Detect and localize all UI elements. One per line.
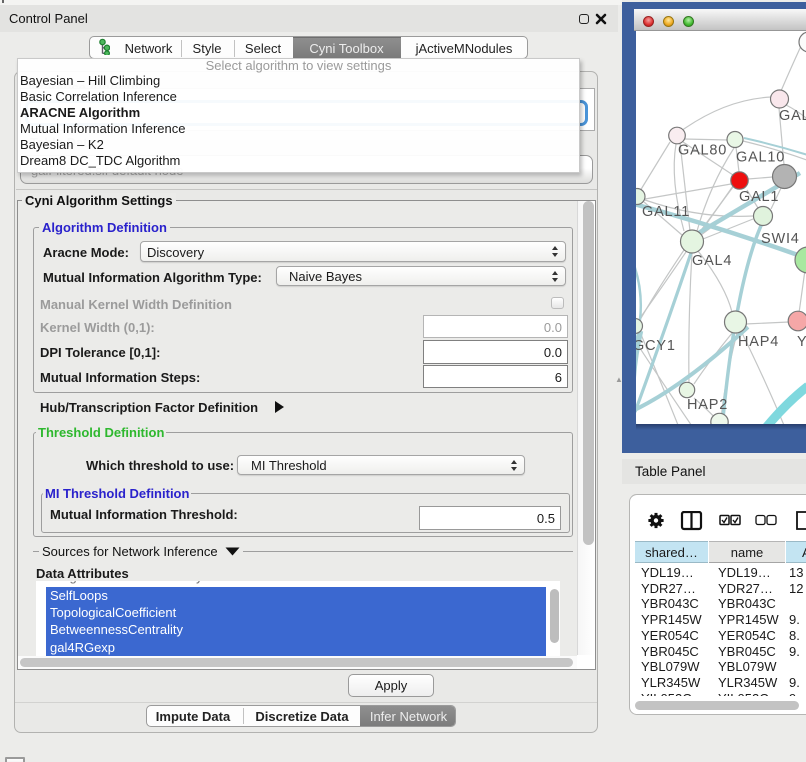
svg-text:HAP2: HAP2: [687, 397, 728, 413]
svg-text:GAL2: GAL2: [779, 108, 806, 124]
svg-text:GAL4: GAL4: [692, 253, 732, 269]
svg-text:YJL: YJL: [797, 334, 806, 350]
svg-text:SWI4: SWI4: [761, 231, 800, 247]
svg-text:GAL10: GAL10: [736, 150, 785, 166]
svg-text:HAP4: HAP4: [738, 334, 779, 350]
svg-text:GAL11: GAL11: [642, 204, 690, 220]
svg-text:GAL80: GAL80: [678, 143, 727, 159]
svg-text:GCY1: GCY1: [636, 338, 676, 354]
svg-text:GAL1: GAL1: [739, 189, 779, 205]
